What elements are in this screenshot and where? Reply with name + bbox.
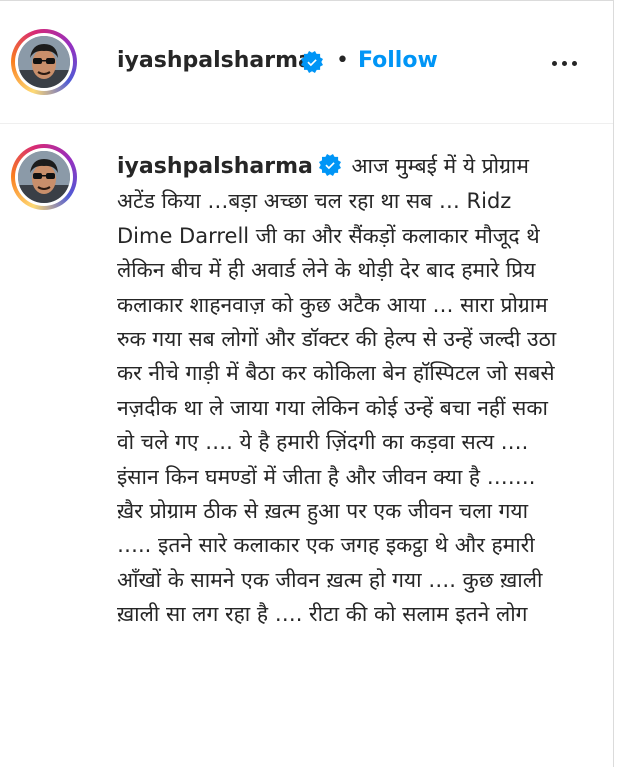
avatar[interactable] <box>11 29 77 95</box>
post-username[interactable]: iyashpalsharma <box>117 48 313 73</box>
caption-profile-photo <box>18 151 70 203</box>
caption-avatar[interactable] <box>11 144 77 210</box>
caption-text: आज मुम्बई में ये प्रोग्राम अटेंड किया …ब… <box>117 154 557 627</box>
post-panel: iyashpalsharma • Follow iyashpalsharma आ… <box>0 0 614 767</box>
post-header: iyashpalsharma • Follow <box>0 1 613 124</box>
profile-photo <box>18 36 70 88</box>
separator-dot: • <box>336 48 349 73</box>
verified-badge-icon <box>301 51 323 73</box>
follow-button[interactable]: Follow <box>358 48 438 73</box>
caption-body: iyashpalsharma आज मुम्बई में ये प्रोग्रा… <box>117 149 557 632</box>
caption-username[interactable]: iyashpalsharma <box>117 154 313 179</box>
caption-verified-badge-icon <box>318 154 341 176</box>
more-options-icon[interactable] <box>548 49 582 79</box>
